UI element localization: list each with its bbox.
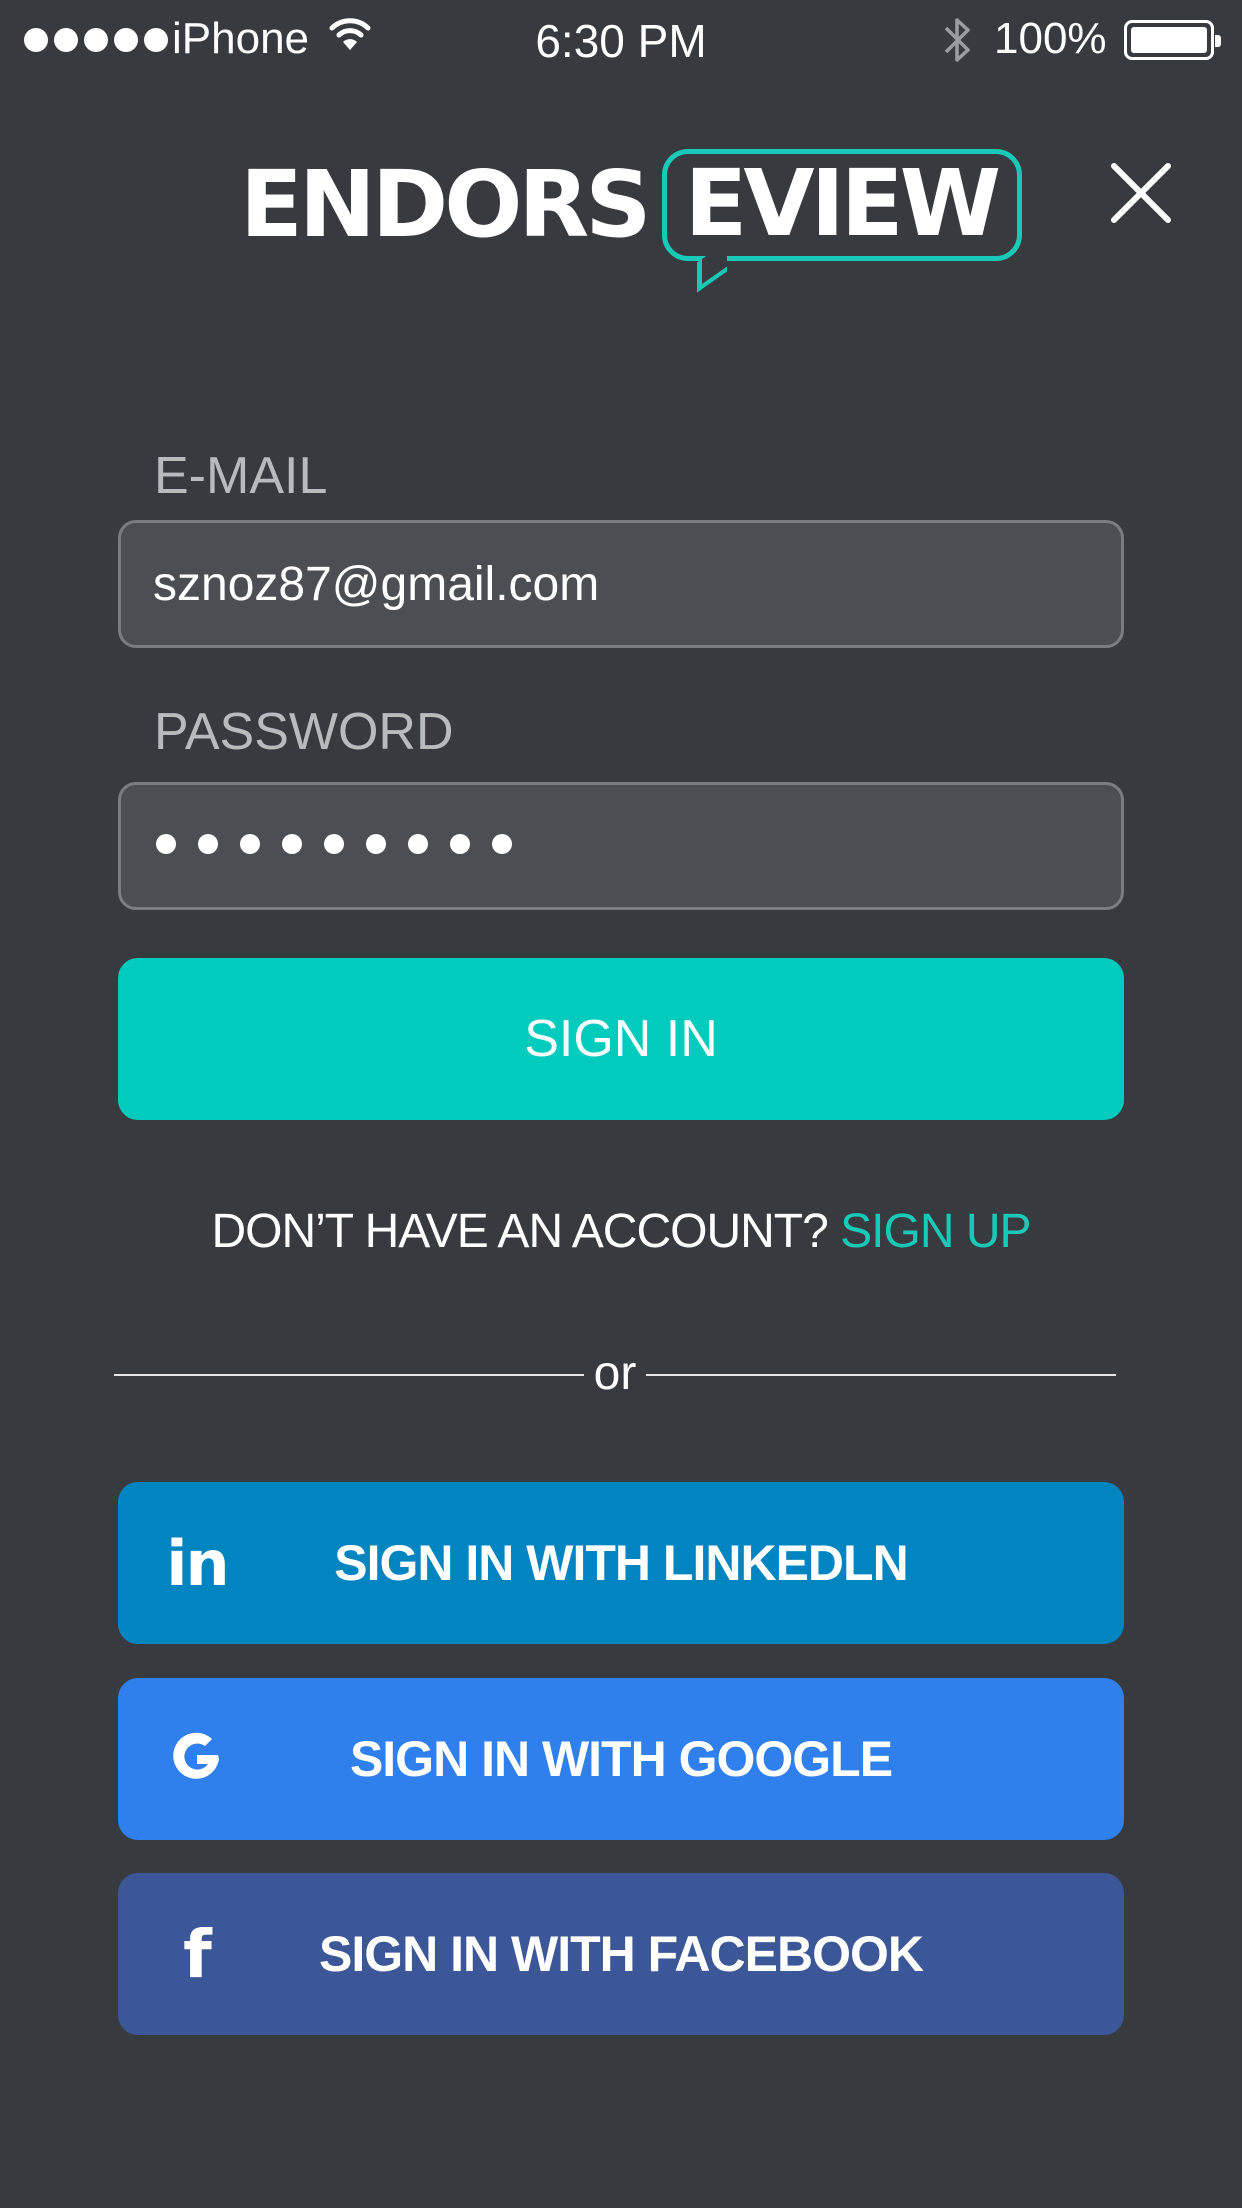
logo-speech-bubble: EVIEW: [661, 149, 1023, 293]
password-mask-dot: [366, 834, 386, 854]
linkedin-icon: in: [166, 1526, 229, 1600]
password-mask-dot: [198, 834, 218, 854]
facebook-sign-in-label: SIGN IN WITH FACEBOOK: [319, 1926, 924, 1982]
linkedin-sign-in-button[interactable]: in SIGN IN WITH LINKEDLN: [118, 1482, 1124, 1644]
sign-up-link[interactable]: SIGN UP: [840, 1205, 1031, 1258]
app-logo: ENDORS EVIEW: [240, 140, 1023, 293]
close-button[interactable]: [1106, 158, 1176, 228]
logo-text-primary: ENDORS: [240, 151, 652, 258]
password-mask-dot: [240, 834, 260, 854]
password-mask-dot: [492, 834, 512, 854]
no-account-text: DON’T HAVE AN ACCOUNT?: [211, 1205, 828, 1258]
email-field[interactable]: [118, 520, 1124, 648]
bluetooth-icon: [940, 12, 974, 79]
or-divider: or: [114, 1346, 1116, 1406]
sign-in-label: SIGN IN: [524, 1010, 718, 1068]
google-sign-in-label: SIGN IN WITH GOOGLE: [349, 1731, 893, 1787]
google-icon: [162, 1724, 232, 1794]
logo-text-secondary: EVIEW: [684, 150, 1002, 257]
login-screen: iPhone 6:30 PM 100% ENDORS EVIEW E-MAIL …: [0, 0, 1242, 2208]
sign-in-button[interactable]: SIGN IN: [118, 958, 1124, 1120]
password-mask-dot: [450, 834, 470, 854]
password-mask-dot: [324, 834, 344, 854]
battery-percent: 100%: [994, 14, 1107, 63]
password-mask-dot: [156, 834, 176, 854]
battery-full-icon: [1124, 20, 1221, 60]
password-masked-value: [156, 834, 512, 854]
sign-up-prompt: DON’T HAVE AN ACCOUNT? SIGN UP: [0, 1204, 1242, 1259]
password-label: PASSWORD: [154, 703, 454, 761]
facebook-icon: f: [183, 1915, 212, 1993]
email-label: E-MAIL: [154, 447, 328, 505]
status-bar: iPhone 6:30 PM 100%: [0, 0, 1242, 80]
close-icon: [1111, 163, 1171, 223]
facebook-sign-in-button[interactable]: f SIGN IN WITH FACEBOOK: [118, 1873, 1124, 2035]
password-mask-dot: [282, 834, 302, 854]
password-mask-dot: [408, 834, 428, 854]
linkedin-sign-in-label: SIGN IN WITH LINKEDLN: [334, 1535, 908, 1591]
google-sign-in-button[interactable]: SIGN IN WITH GOOGLE: [118, 1678, 1124, 1840]
